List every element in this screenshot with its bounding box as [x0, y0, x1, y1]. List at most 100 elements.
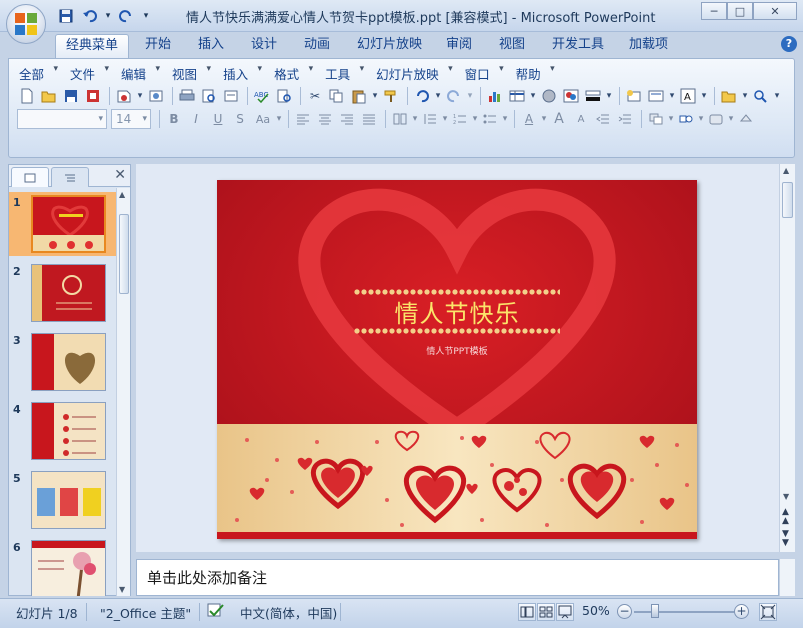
new-file-icon[interactable]	[17, 86, 37, 106]
menu-all[interactable]: 全部	[19, 64, 58, 82]
shape-style-icon[interactable]	[706, 109, 726, 129]
slide-sorter-button[interactable]	[537, 603, 555, 621]
insert-picture-icon[interactable]	[561, 86, 581, 106]
redo-icon[interactable]	[444, 86, 464, 106]
underline-button[interactable]: U	[208, 109, 228, 129]
permission-icon[interactable]	[83, 86, 103, 106]
research-icon[interactable]	[274, 86, 294, 106]
scroll-up-icon[interactable]: ▲	[119, 190, 125, 199]
font-size-combo[interactable]: 14	[111, 109, 151, 129]
table-dropdown-icon[interactable]: ▾	[529, 86, 537, 106]
tab-developer[interactable]: 开发工具	[542, 34, 614, 58]
save-icon[interactable]	[61, 86, 81, 106]
numbering-dropdown-icon[interactable]: ▾	[472, 109, 478, 129]
fill-color-icon[interactable]	[736, 109, 756, 129]
bold-button[interactable]: B	[164, 109, 184, 129]
slide-thumbnail[interactable]: 6	[9, 537, 116, 596]
menu-insert[interactable]: 插入	[223, 64, 262, 82]
tab-outline[interactable]	[51, 167, 89, 187]
spelling-icon[interactable]: ABC	[252, 86, 272, 106]
slide-thumbnail[interactable]: 1	[9, 192, 116, 256]
insert-clipart-icon[interactable]	[539, 86, 559, 106]
undo-icon[interactable]	[412, 86, 432, 106]
office-button[interactable]	[6, 4, 46, 44]
cut-icon[interactable]: ✂	[305, 86, 325, 106]
tab-addins[interactable]: 加载项	[619, 34, 678, 58]
fit-to-window-button[interactable]	[759, 603, 777, 621]
align-center-icon[interactable]	[315, 109, 335, 129]
columns-icon[interactable]	[390, 109, 410, 129]
notes-scrollbar[interactable]	[779, 559, 795, 596]
font-color-dropdown-icon[interactable]: ▾	[541, 109, 547, 129]
send-dropdown-icon[interactable]: ▾	[136, 86, 144, 106]
page-setup-icon[interactable]	[221, 86, 241, 106]
next-slide-icon[interactable]: ▼ ▼	[782, 530, 789, 548]
change-case-button[interactable]: Aa	[252, 109, 274, 129]
format-painter-icon[interactable]	[381, 86, 401, 106]
paste-dropdown-icon[interactable]: ▾	[371, 86, 379, 106]
decrease-indent-icon[interactable]	[593, 109, 613, 129]
save-icon[interactable]	[56, 7, 76, 25]
undo-dropdown-icon[interactable]: ▾	[434, 86, 442, 106]
search-icon[interactable]	[751, 86, 771, 106]
arrange-dropdown-icon[interactable]: ▾	[668, 109, 674, 129]
new-slide-icon[interactable]	[624, 86, 644, 106]
scroll-down-icon[interactable]: ▼	[783, 492, 789, 501]
line-spacing-icon[interactable]	[420, 109, 440, 129]
menu-file[interactable]: 文件	[70, 64, 109, 82]
shadow-button[interactable]: S	[230, 109, 250, 129]
font-color-button[interactable]: A	[519, 109, 539, 129]
maximize-button[interactable]: □	[727, 2, 753, 20]
zoom-in-button[interactable]: +	[734, 604, 749, 619]
redo-dropdown-icon[interactable]: ▾	[466, 86, 474, 106]
shape-style-dropdown-icon[interactable]: ▾	[728, 109, 734, 129]
theme-name[interactable]: "2_Office 主题"	[100, 603, 191, 622]
justify-icon[interactable]	[359, 109, 379, 129]
current-slide[interactable]: 情人节快乐 情人节PPT模板	[217, 180, 697, 539]
print-preview-icon[interactable]	[199, 86, 219, 106]
bullets-icon[interactable]	[480, 109, 500, 129]
font-name-combo[interactable]	[17, 109, 107, 129]
open-folder-icon[interactable]	[39, 86, 59, 106]
shapes-icon[interactable]	[676, 109, 696, 129]
menu-view[interactable]: 视图	[172, 64, 211, 82]
tab-animation[interactable]: 动画	[294, 34, 340, 58]
scroll-thumb[interactable]	[119, 214, 129, 294]
text-box-dropdown-icon[interactable]: ▾	[700, 86, 708, 106]
slide-thumbnail[interactable]: 4	[9, 399, 116, 463]
undo-icon[interactable]	[80, 7, 100, 25]
align-right-icon[interactable]	[337, 109, 357, 129]
italic-button[interactable]: I	[186, 109, 206, 129]
tab-review[interactable]: 审阅	[436, 34, 482, 58]
shape-fill-icon[interactable]	[583, 86, 603, 106]
line-spacing-dropdown-icon[interactable]: ▾	[442, 109, 448, 129]
scroll-thumb[interactable]	[782, 182, 793, 218]
scroll-down-icon[interactable]: ▼	[119, 585, 125, 594]
publish-icon[interactable]	[146, 86, 166, 106]
send-mail-icon[interactable]	[114, 86, 134, 106]
menu-tools[interactable]: 工具	[325, 64, 364, 82]
menu-format[interactable]: 格式	[274, 64, 313, 82]
open-folder-icon[interactable]	[719, 86, 739, 106]
copy-icon[interactable]	[327, 86, 347, 106]
shapes-dropdown-icon[interactable]: ▾	[698, 109, 704, 129]
align-left-icon[interactable]	[293, 109, 313, 129]
tab-classic-menu[interactable]: 经典菜单	[55, 34, 130, 58]
slideshow-button[interactable]	[556, 603, 574, 621]
slide-thumbnail[interactable]: 3	[9, 330, 116, 394]
undo-dropdown-icon[interactable]: ▾	[104, 7, 112, 25]
qat-customize-icon[interactable]: ▾	[140, 7, 152, 25]
menu-help[interactable]: 帮助	[516, 64, 555, 82]
slide-subtitle[interactable]: 情人节PPT模板	[217, 344, 697, 357]
arrange-icon[interactable]	[646, 109, 666, 129]
panel-close-icon[interactable]: ✕	[114, 167, 126, 183]
language-indicator[interactable]: 中文(简体，中国)	[240, 603, 337, 622]
text-box-icon[interactable]: A	[678, 86, 698, 106]
paste-icon[interactable]	[349, 86, 369, 106]
tab-home[interactable]: 开始	[135, 34, 181, 58]
zoom-out-button[interactable]: −	[617, 604, 632, 619]
zoom-slider-thumb[interactable]	[651, 604, 659, 618]
menu-slideshow[interactable]: 幻灯片放映	[376, 64, 453, 82]
zoom-slider[interactable]	[634, 611, 734, 613]
minimize-button[interactable]: ─	[701, 2, 727, 20]
